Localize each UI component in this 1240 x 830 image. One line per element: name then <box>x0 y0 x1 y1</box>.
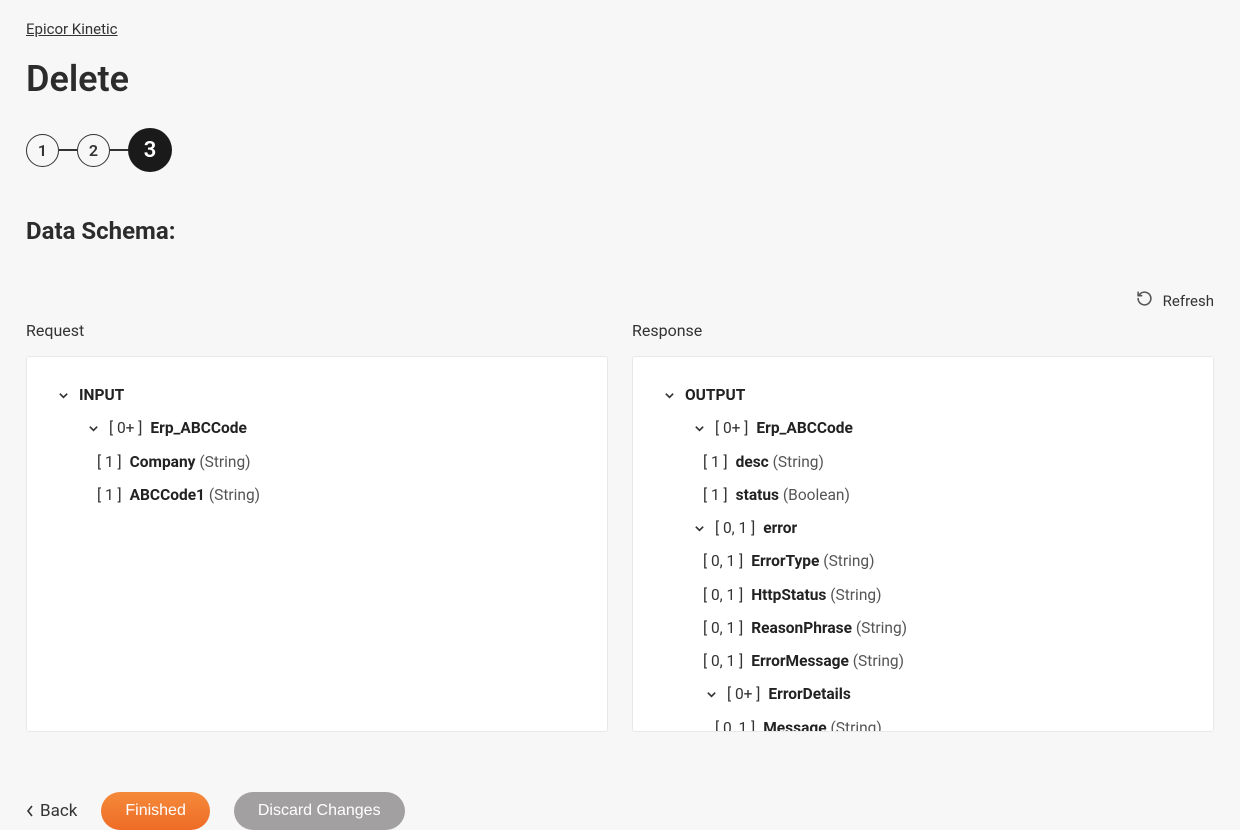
field-type: (Boolean) <box>783 486 850 504</box>
field-type: (String) <box>209 486 260 504</box>
stepper: 1 2 3 <box>26 128 1214 172</box>
step-1[interactable]: 1 <box>26 134 59 167</box>
finished-button[interactable]: Finished <box>101 792 209 830</box>
tree-item: [ 0, 1 ] Message (String) <box>661 712 1185 733</box>
field-name: HttpStatus <box>751 586 826 604</box>
response-column: Response OUTPUT[ 0+ ] Erp_ABCCode[ 1 ] d… <box>632 321 1214 732</box>
request-label: Request <box>26 321 608 340</box>
tree-item: [ 0, 1 ] ReasonPhrase (String) <box>661 612 1185 645</box>
step-3[interactable]: 3 <box>128 128 172 172</box>
refresh-icon <box>1136 290 1153 311</box>
refresh-label: Refresh <box>1163 292 1214 310</box>
chevron-down-icon[interactable] <box>85 421 101 437</box>
schema-row: Request INPUT[ 0+ ] Erp_ABCCode[ 1 ] Com… <box>26 321 1214 732</box>
field-name: ABCCode1 <box>130 486 205 504</box>
section-title: Data Schema: <box>26 217 1214 245</box>
field-name: desc <box>736 453 769 471</box>
tree-item: [ 0, 1 ] ErrorMessage (String) <box>661 645 1185 678</box>
field-name: error <box>763 519 797 537</box>
tree-item[interactable]: [ 0, 1 ] error <box>661 512 1185 545</box>
cardinality: [ 0, 1 ] <box>703 550 743 573</box>
cardinality: [ 1 ] <box>97 451 122 474</box>
field-name: Company <box>130 453 196 471</box>
tree-item: [ 1 ] ABCCode1 (String) <box>55 479 579 512</box>
chevron-down-icon[interactable] <box>691 521 707 537</box>
cardinality: [ 0+ ] <box>727 683 760 706</box>
field-name: Erp_ABCCode <box>756 419 852 437</box>
field-type: (String) <box>773 453 824 471</box>
field-type: (String) <box>853 652 904 670</box>
response-panel[interactable]: OUTPUT[ 0+ ] Erp_ABCCode[ 1 ] desc (Stri… <box>632 356 1214 732</box>
field-name: ErrorType <box>751 552 819 570</box>
cardinality: [ 0, 1 ] <box>715 517 755 540</box>
field-name: Erp_ABCCode <box>150 419 246 437</box>
cardinality: [ 1 ] <box>703 484 728 507</box>
field-type: (String) <box>856 619 907 637</box>
chevron-left-icon <box>26 804 34 818</box>
field-type: (String) <box>823 552 874 570</box>
field-name: status <box>736 486 779 504</box>
breadcrumb: Epicor Kinetic <box>26 20 1214 38</box>
chevron-down-icon[interactable] <box>703 687 719 703</box>
tree-item: [ 0, 1 ] ErrorType (String) <box>661 545 1185 578</box>
chevron-down-icon[interactable] <box>691 421 707 437</box>
chevron-down-icon[interactable] <box>661 388 677 404</box>
step-2[interactable]: 2 <box>77 134 110 167</box>
cardinality: [ 1 ] <box>703 451 728 474</box>
tree-item[interactable]: [ 0+ ] Erp_ABCCode <box>661 412 1185 445</box>
step-connector <box>110 149 128 151</box>
field-name: ErrorMessage <box>751 652 849 670</box>
request-column: Request INPUT[ 0+ ] Erp_ABCCode[ 1 ] Com… <box>26 321 608 732</box>
chevron-down-icon[interactable] <box>55 388 71 404</box>
field-name: ReasonPhrase <box>751 619 852 637</box>
field-name: Message <box>763 719 826 733</box>
tree-item[interactable]: [ 0+ ] Erp_ABCCode <box>55 412 579 445</box>
tree-item[interactable]: [ 0+ ] ErrorDetails <box>661 678 1185 711</box>
step-connector <box>59 149 77 151</box>
field-name: ErrorDetails <box>768 685 850 703</box>
page-title: Delete <box>26 58 1214 100</box>
tree-item: [ 1 ] Company (String) <box>55 446 579 479</box>
cardinality: [ 0, 1 ] <box>715 717 755 733</box>
field-type: (String) <box>830 719 881 733</box>
footer: Back Finished Discard Changes <box>26 762 1214 830</box>
cardinality: [ 0, 1 ] <box>703 650 743 673</box>
discard-changes-button[interactable]: Discard Changes <box>234 792 405 830</box>
breadcrumb-link[interactable]: Epicor Kinetic <box>26 20 118 38</box>
refresh-button[interactable]: Refresh <box>26 290 1214 311</box>
field-type: (String) <box>830 586 881 604</box>
cardinality: [ 0+ ] <box>109 417 142 440</box>
tree-item[interactable]: OUTPUT <box>661 379 1185 412</box>
cardinality: [ 1 ] <box>97 484 122 507</box>
back-button[interactable]: Back <box>26 801 77 821</box>
back-label: Back <box>40 801 77 821</box>
field-name: OUTPUT <box>685 386 745 404</box>
tree-item: [ 1 ] desc (String) <box>661 446 1185 479</box>
cardinality: [ 0+ ] <box>715 417 748 440</box>
cardinality: [ 0, 1 ] <box>703 584 743 607</box>
tree-item: [ 0, 1 ] HttpStatus (String) <box>661 579 1185 612</box>
field-type: (String) <box>199 453 250 471</box>
cardinality: [ 0, 1 ] <box>703 617 743 640</box>
tree-item[interactable]: INPUT <box>55 379 579 412</box>
response-label: Response <box>632 321 1214 340</box>
field-name: INPUT <box>79 386 124 404</box>
tree-item: [ 1 ] status (Boolean) <box>661 479 1185 512</box>
request-panel[interactable]: INPUT[ 0+ ] Erp_ABCCode[ 1 ] Company (St… <box>26 356 608 732</box>
